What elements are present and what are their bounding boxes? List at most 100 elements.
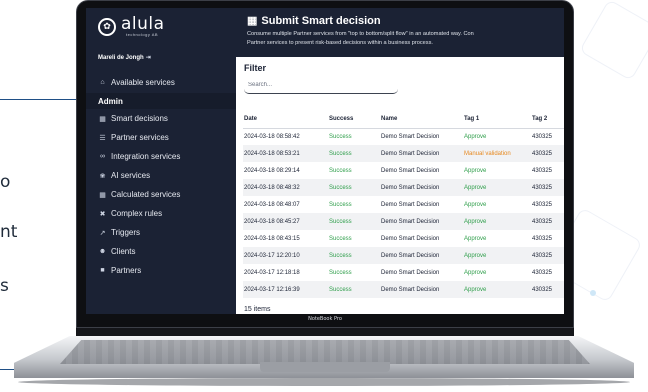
- sidebar-item-ai-services[interactable]: ❀ AI services: [86, 168, 236, 183]
- sitemap-icon: ▦: [247, 15, 258, 27]
- background-shape: [579, 0, 648, 81]
- link-icon: ∞: [100, 153, 105, 160]
- table-row[interactable]: 2024-03-18 08:53:21 Success Demo Smart Dec…: [243, 145, 564, 162]
- calculator-icon: ▦: [99, 191, 106, 199]
- tag2-cell: 430325: [532, 247, 564, 264]
- table-row[interactable]: 2024-03-18 08:58:42 Success Demo Smart Dec…: [243, 128, 564, 145]
- sidebar-section-admin: Admin: [86, 93, 236, 109]
- table-row[interactable]: 2024-03-17 12:20:10 Success Demo Smart Dec…: [243, 247, 564, 264]
- sidebar-item-integration-services[interactable]: ∞ Integration services: [86, 149, 236, 164]
- success-cell: Success: [329, 133, 352, 140]
- date-cell: 2024-03-17 12:18:18: [244, 269, 300, 276]
- table-row[interactable]: 2024-03-18 08:48:32 Success Demo Smart Dec…: [243, 179, 564, 196]
- users-icon: ☻: [98, 248, 107, 255]
- tag2-cell: 430325: [532, 179, 564, 196]
- brain-icon: ❀: [99, 172, 106, 180]
- background-text-fragment: nt: [0, 222, 18, 242]
- table-row[interactable]: 2024-03-17 12:18:18 Success Demo Smart Dec…: [243, 264, 564, 281]
- list-icon: ☰: [99, 134, 106, 142]
- table-row[interactable]: 2024-03-18 08:45:27 Success Demo Smart Dec…: [243, 213, 564, 230]
- trigger-icon: ↗: [99, 229, 106, 237]
- tag1-cell: Approve: [464, 281, 532, 298]
- sidebar-item-label: Partners: [111, 266, 142, 275]
- column-header-tag-2[interactable]: Tag 2: [532, 111, 564, 129]
- logout-icon[interactable]: ⇥: [146, 55, 151, 61]
- table-row[interactable]: 2024-03-17 12:16:39 Success Demo Smart Dec…: [243, 281, 564, 298]
- sitemap-icon: ▦: [99, 115, 106, 123]
- sidebar-item-triggers[interactable]: ↗ Triggers: [86, 225, 236, 240]
- sidebar-item-complex-rules[interactable]: ✖ Complex rules: [86, 206, 236, 221]
- page-description: Consume multiple Partner services from "…: [247, 30, 564, 48]
- date-cell: 2024-03-18 08:48:32: [243, 179, 329, 196]
- name-cell: Demo Smart Decision: [381, 235, 440, 242]
- search-input[interactable]: [244, 77, 398, 94]
- table-body: 2024-03-18 08:58:42 Success Demo Smart Dec…: [243, 128, 564, 298]
- logo-name: alula: [121, 14, 165, 34]
- tag2-cell: 430325: [532, 269, 553, 276]
- tag1-cell: Approve: [464, 235, 487, 242]
- sidebar: ✿ alula technology AB Mareli de Jongh ⇥ ⌂…: [86, 8, 236, 314]
- name-cell: Demo Smart Decision: [381, 145, 464, 162]
- column-header-success[interactable]: Success: [329, 111, 381, 129]
- success-cell: Success: [329, 145, 381, 162]
- table-row[interactable]: 2024-03-18 08:48:07 Success Demo Smart Dec…: [243, 196, 564, 213]
- table-row[interactable]: 2024-03-18 08:29:14 Success Demo Smart Dec…: [243, 162, 564, 179]
- tag2-cell: 430325: [532, 281, 564, 298]
- user-name-label: Mareli de Jongh: [98, 55, 144, 61]
- date-cell: 2024-03-18 08:43:15: [244, 235, 300, 242]
- sidebar-item-partner-services[interactable]: ☰ Partner services: [86, 130, 236, 145]
- success-cell: Success: [329, 235, 352, 242]
- date-cell: 2024-03-17 12:20:10: [243, 247, 329, 264]
- success-cell: Success: [329, 281, 381, 298]
- background-dot: [590, 290, 596, 296]
- partners-icon: ■: [100, 267, 105, 274]
- name-cell: Demo Smart Decision: [381, 213, 464, 230]
- tag2-cell: 430325: [532, 167, 553, 174]
- tag1-cell: Approve: [464, 179, 532, 196]
- laptop-hinge: [76, 328, 574, 336]
- column-header-date[interactable]: Date: [243, 111, 329, 129]
- date-cell: 2024-03-18 08:29:14: [244, 167, 300, 174]
- sidebar-item-partners[interactable]: ■ Partners: [86, 263, 236, 278]
- page-title: ▦ Submit Smart decision: [247, 14, 381, 28]
- date-cell: 2024-03-18 08:48:07: [244, 201, 300, 208]
- date-cell: 2024-03-17 12:16:39: [243, 281, 329, 298]
- page-header: ▦ Submit Smart decision Consume multiple…: [236, 8, 564, 57]
- tag2-cell: 430325: [532, 213, 564, 230]
- sidebar-item-label: Clients: [111, 247, 136, 256]
- sidebar-item-label: Smart decisions: [111, 114, 168, 123]
- date-cell: 2024-03-18 08:45:27: [243, 213, 329, 230]
- tag1-cell: Approve: [464, 213, 532, 230]
- name-cell: Demo Smart Decision: [381, 247, 464, 264]
- success-cell: Success: [329, 247, 381, 264]
- name-cell: Demo Smart Decision: [381, 269, 440, 276]
- sidebar-item-label: Complex rules: [111, 209, 163, 218]
- main-content: ▦ Submit Smart decision Consume multiple…: [236, 8, 564, 314]
- sidebar-item-smart-decisions[interactable]: ▦ Smart decisions: [86, 111, 236, 126]
- success-cell: Success: [329, 179, 381, 196]
- date-cell: 2024-03-18 08:53:21: [243, 145, 329, 162]
- success-cell: Success: [329, 269, 352, 276]
- tag2-cell: 430325: [532, 145, 564, 162]
- laptop-screen: ✿ alula technology AB Mareli de Jongh ⇥ ⌂…: [86, 8, 564, 314]
- tag2-cell: 430325: [532, 235, 553, 242]
- name-cell: Demo Smart Decision: [381, 179, 464, 196]
- background-text-fragment: o: [0, 172, 11, 192]
- logo[interactable]: ✿ alula technology AB: [98, 16, 165, 37]
- sidebar-item-label: AI services: [111, 171, 151, 180]
- laptop-shadow: [18, 378, 630, 386]
- laptop-brand: NoteBook Pro: [308, 316, 342, 322]
- name-cell: Demo Smart Decision: [381, 167, 440, 174]
- table-header-row: Date Success Name Tag 1 Tag 2: [243, 111, 564, 129]
- sidebar-item-available-services[interactable]: ⌂ Available services: [86, 75, 236, 90]
- sidebar-item-label: Triggers: [111, 228, 141, 237]
- column-header-name[interactable]: Name: [381, 111, 464, 129]
- column-header-tag-1[interactable]: Tag 1: [464, 111, 532, 129]
- sidebar-item-calculated-services[interactable]: ▦ Calculated services: [86, 187, 236, 202]
- user-name[interactable]: Mareli de Jongh ⇥: [98, 54, 151, 61]
- page-description-line: Consume multiple Partner services from "…: [247, 31, 474, 37]
- sidebar-item-clients[interactable]: ☻ Clients: [86, 244, 236, 259]
- date-cell: 2024-03-18 08:58:42: [244, 133, 300, 140]
- tools-icon: ✖: [99, 210, 106, 218]
- table-row[interactable]: 2024-03-18 08:43:15 Success Demo Smart Dec…: [243, 230, 564, 247]
